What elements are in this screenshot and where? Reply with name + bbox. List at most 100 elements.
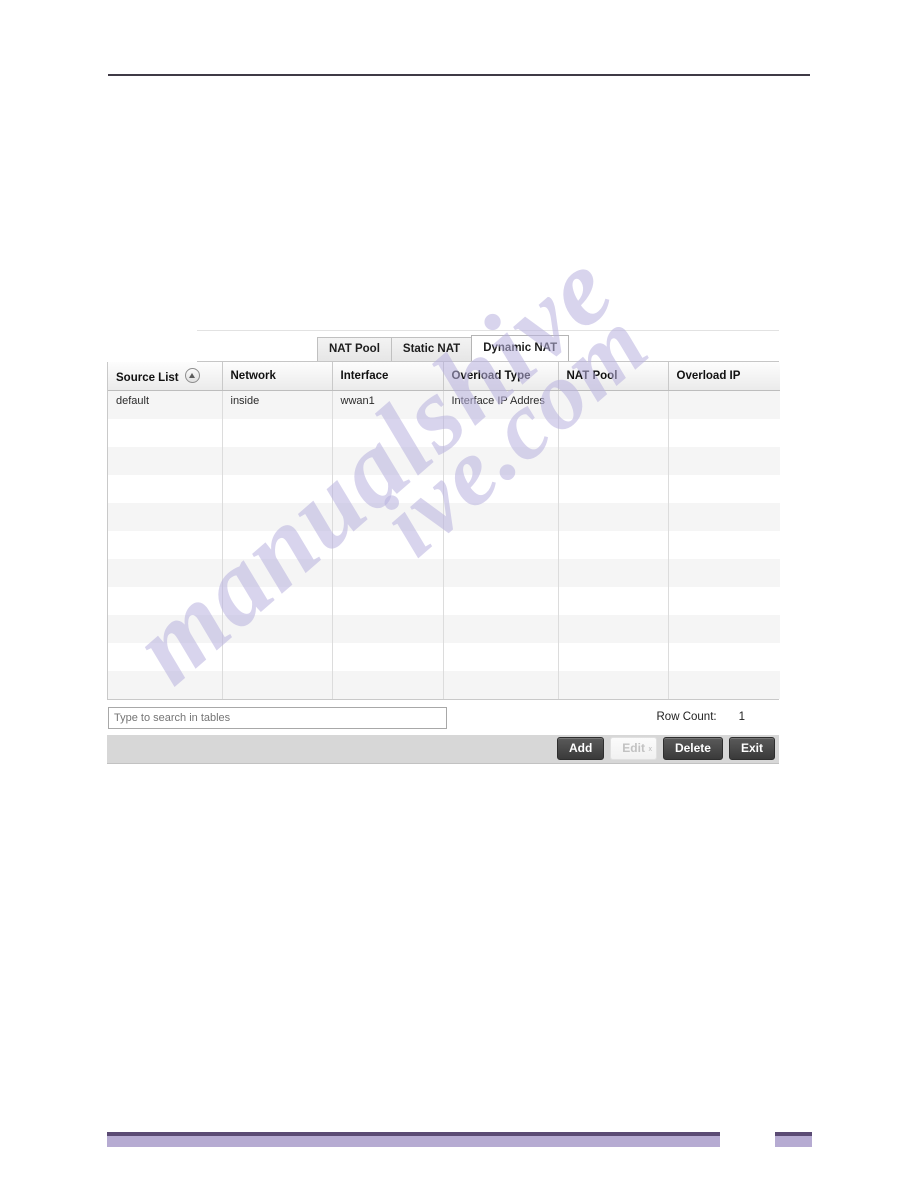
cell-overload-type <box>443 642 559 671</box>
cell-overload-type <box>443 530 559 559</box>
footer-right-light-bar <box>775 1136 812 1147</box>
cell-interface <box>332 418 444 447</box>
cell-nat-pool <box>558 474 669 503</box>
table-body: default inside wwan1 Interface IP Addres <box>108 390 780 699</box>
cell-source-list <box>108 502 223 531</box>
cell-overload-ip <box>668 446 780 475</box>
cell-overload-ip <box>668 502 780 531</box>
sort-ascending-icon[interactable] <box>184 368 200 383</box>
tab-nat-pool[interactable]: NAT Pool <box>317 337 392 361</box>
cell-network <box>222 418 333 447</box>
page-header-rule <box>108 74 810 76</box>
cell-nat-pool <box>558 558 669 587</box>
cell-nat-pool <box>558 502 669 531</box>
footer-light-bar <box>107 1136 720 1147</box>
table-row[interactable] <box>108 558 780 587</box>
action-button-bar: Add Edit x Delete Exit <box>107 733 779 764</box>
cell-nat-pool <box>558 586 669 615</box>
cell-source-list <box>108 558 223 587</box>
cell-overload-type <box>443 670 559 699</box>
cell-overload-ip <box>668 530 780 559</box>
cell-overload-ip <box>668 670 780 699</box>
column-header-source-list-label: Source List <box>116 372 179 384</box>
cell-overload-type: Interface IP Addres <box>443 390 559 419</box>
cell-source-list <box>108 446 223 475</box>
cell-source-list <box>108 530 223 559</box>
tab-strip: NAT Pool Static NAT Dynamic NAT <box>197 330 779 362</box>
column-header-nat-pool[interactable]: NAT Pool <box>558 362 669 391</box>
cell-network <box>222 614 333 643</box>
cell-overload-type <box>443 558 559 587</box>
column-header-overload-ip[interactable]: Overload IP <box>668 362 780 391</box>
row-count: Row Count: 1 <box>657 711 746 723</box>
cell-network <box>222 586 333 615</box>
exit-button[interactable]: Exit <box>728 737 775 760</box>
row-count-label: Row Count: <box>656 710 717 723</box>
cell-interface: wwan1 <box>332 390 444 419</box>
row-count-value: 1 <box>738 710 745 723</box>
table-row[interactable] <box>108 502 780 531</box>
table-row[interactable] <box>108 614 780 643</box>
cell-overload-ip <box>668 558 780 587</box>
cell-network <box>222 530 333 559</box>
nat-rules-table: Source List Network Interface Overload T… <box>108 362 780 699</box>
table-row[interactable] <box>108 418 780 447</box>
cell-nat-pool <box>558 418 669 447</box>
cell-interface <box>332 670 444 699</box>
cell-overload-ip <box>668 474 780 503</box>
cell-nat-pool <box>558 530 669 559</box>
table-row[interactable] <box>108 670 780 699</box>
cell-interface <box>332 502 444 531</box>
tab-static-nat[interactable]: Static NAT <box>390 337 473 361</box>
delete-button[interactable]: Delete <box>662 737 723 760</box>
edit-button: Edit x <box>610 737 657 760</box>
table-row[interactable] <box>108 446 780 475</box>
cell-nat-pool <box>558 390 669 419</box>
footer-bar-right <box>775 1132 812 1147</box>
table-row[interactable] <box>108 642 780 671</box>
cell-overload-ip <box>668 642 780 671</box>
column-header-source-list[interactable]: Source List <box>108 362 223 391</box>
cell-network <box>222 670 333 699</box>
cell-overload-type <box>443 502 559 531</box>
cell-interface <box>332 586 444 615</box>
cell-interface <box>332 614 444 643</box>
tab-list: NAT Pool Static NAT Dynamic NAT <box>317 335 570 361</box>
cell-overload-type <box>443 446 559 475</box>
edit-disabled-x-icon: x <box>648 746 652 753</box>
cell-overload-type <box>443 418 559 447</box>
cell-source-list <box>108 418 223 447</box>
cell-overload-ip <box>668 586 780 615</box>
cell-interface <box>332 642 444 671</box>
tab-strip-top-line <box>197 330 779 331</box>
cell-nat-pool <box>558 670 669 699</box>
add-button[interactable]: Add <box>556 737 605 760</box>
cell-interface <box>332 558 444 587</box>
cell-source-list: default <box>108 390 223 419</box>
column-header-interface[interactable]: Interface <box>332 362 444 391</box>
footer-bar-main <box>107 1132 720 1147</box>
nat-configuration-figure: NAT Pool Static NAT Dynamic NAT Source L… <box>107 330 780 764</box>
cell-source-list <box>108 670 223 699</box>
table-row[interactable] <box>108 530 780 559</box>
cell-network <box>222 474 333 503</box>
column-header-overload-type[interactable]: Overload Type <box>443 362 559 391</box>
table-row[interactable] <box>108 586 780 615</box>
search-input[interactable] <box>108 706 447 729</box>
cell-network <box>222 642 333 671</box>
table-footer-strip: Row Count: 1 <box>107 700 779 734</box>
cell-overload-ip <box>668 614 780 643</box>
cell-network: inside <box>222 390 333 419</box>
tab-dynamic-nat[interactable]: Dynamic NAT <box>471 335 570 361</box>
cell-source-list <box>108 614 223 643</box>
cell-source-list <box>108 642 223 671</box>
cell-overload-type <box>443 586 559 615</box>
cell-network <box>222 502 333 531</box>
cell-source-list <box>108 474 223 503</box>
table-row[interactable]: default inside wwan1 Interface IP Addres <box>108 390 780 419</box>
nat-rules-table-container: Source List Network Interface Overload T… <box>107 362 780 700</box>
cell-network <box>222 558 333 587</box>
cell-nat-pool <box>558 446 669 475</box>
column-header-network[interactable]: Network <box>222 362 333 391</box>
table-row[interactable] <box>108 474 780 503</box>
